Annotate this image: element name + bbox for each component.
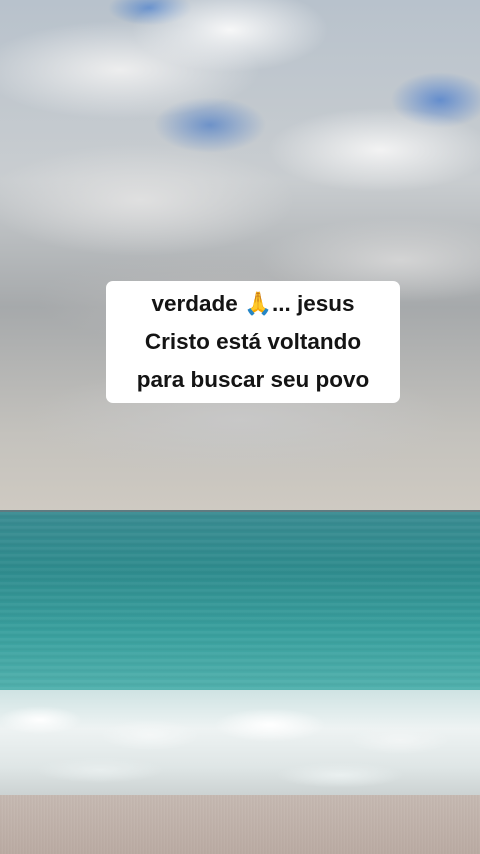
sea-background: [0, 512, 480, 702]
caption-line-1: verdade 🙏... jesus: [151, 291, 355, 316]
caption-box: verdade 🙏... jesus Cristo está voltando …: [106, 281, 400, 403]
video-frame[interactable]: verdade 🙏... jesus Cristo está voltando …: [0, 0, 480, 854]
caption-line-2: Cristo está voltando: [144, 329, 362, 354]
caption-line-3: para buscar seu povo: [136, 367, 370, 392]
wave-foam: [0, 690, 480, 800]
beach-sand: [0, 795, 480, 854]
cloudy-sky-background: [0, 0, 480, 512]
